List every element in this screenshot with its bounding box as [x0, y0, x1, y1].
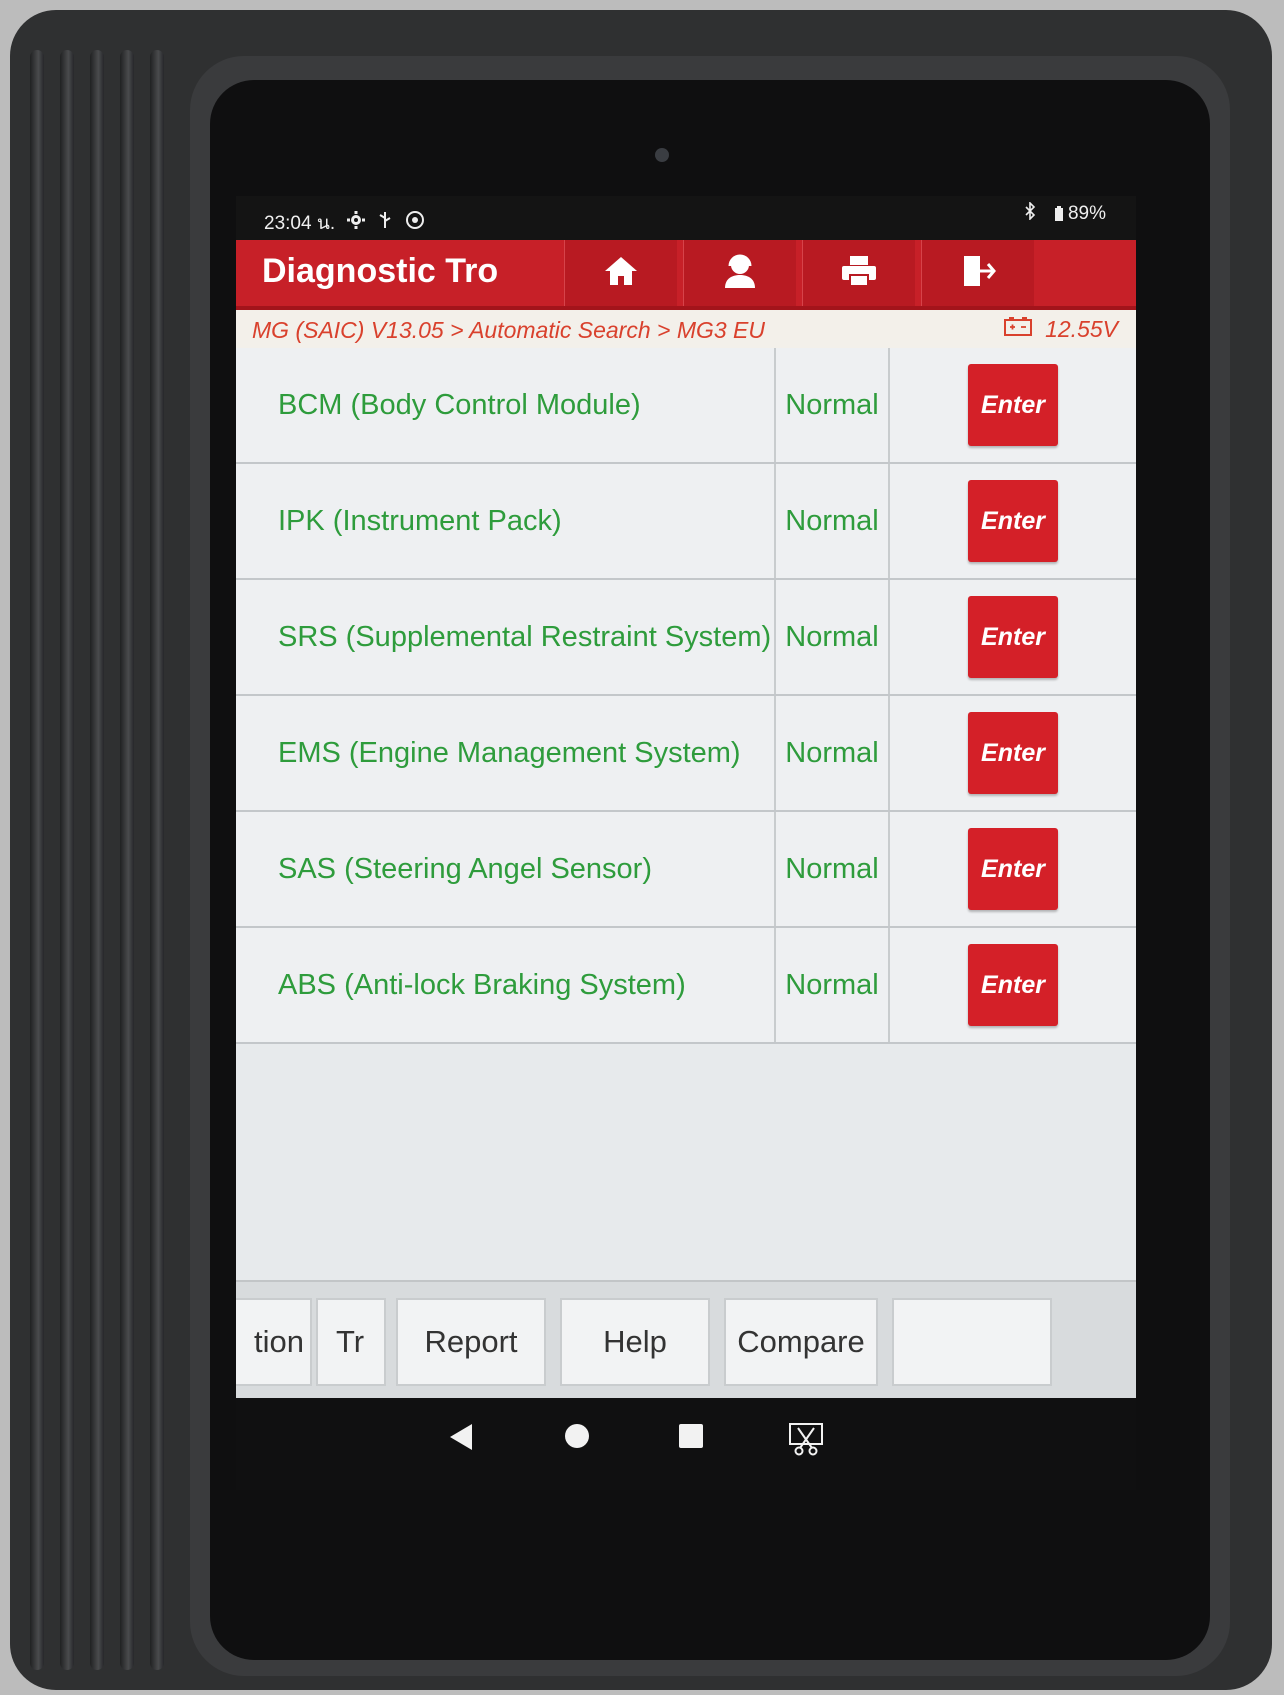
home-button[interactable] [564, 240, 677, 306]
bluetooth-icon [1024, 201, 1036, 226]
grip-ridge [30, 50, 44, 1670]
recents-button[interactable] [677, 1422, 705, 1455]
square-recents-icon [677, 1424, 705, 1454]
module-row: IPK (Instrument Pack) Normal Enter [236, 464, 1136, 580]
breadcrumb: MG (SAIC) V13.05 > Automatic Search > MG… [252, 317, 766, 343]
compare-button[interactable]: Compare [724, 1298, 878, 1386]
exit-icon [960, 254, 996, 293]
module-status: Normal [776, 464, 890, 578]
module-action-cell: Enter [890, 928, 1136, 1042]
module-list: BCM (Body Control Module) Normal Enter I… [236, 348, 1136, 1044]
settings-icon [347, 211, 366, 235]
enter-button[interactable]: Enter [968, 596, 1058, 678]
usb-icon [377, 211, 393, 235]
header-toolbar [564, 240, 1034, 306]
battery-voltage: 12.55V [1003, 315, 1118, 343]
report-button[interactable]: Report [396, 1298, 546, 1386]
enter-button[interactable]: Enter [968, 480, 1058, 562]
circle-home-icon [563, 1424, 591, 1454]
grip-ridge [60, 50, 74, 1670]
print-button[interactable] [802, 240, 915, 306]
module-status: Normal [776, 928, 890, 1042]
app-header: Diagnostic Tro [236, 240, 1136, 310]
support-agent-icon [721, 253, 759, 294]
module-action-cell: Enter [890, 580, 1136, 694]
function-button-partial[interactable]: Tr [316, 1298, 386, 1386]
app-title: Diagnostic Tro [262, 252, 499, 290]
module-action-cell: Enter [890, 464, 1136, 578]
module-row: BCM (Body Control Module) Normal Enter [236, 348, 1136, 464]
module-row: SAS (Steering Angel Sensor) Normal Enter [236, 812, 1136, 928]
battery-icon [1054, 206, 1063, 221]
status-bar: 23:04 น. 89% [236, 196, 1136, 240]
module-action-cell: Enter [890, 348, 1136, 462]
module-status: Normal [776, 812, 890, 926]
support-button[interactable] [683, 240, 796, 306]
battery-percent: 89% [1067, 203, 1106, 224]
module-row: SRS (Supplemental Restraint System) Norm… [236, 580, 1136, 696]
grip-ridge [120, 50, 134, 1670]
help-button[interactable]: Help [560, 1298, 710, 1386]
screenshot-button[interactable] [788, 1422, 824, 1461]
grip-ridge [90, 50, 104, 1670]
home-nav-button[interactable] [563, 1422, 591, 1455]
device-screen: 23:04 น. 89% Diagnostic Tro MG (SAIC) V1… [236, 196, 1136, 1490]
module-name: ABS (Anti-lock Braking System) [236, 928, 776, 1042]
exit-button[interactable] [921, 240, 1034, 306]
grip-ridge [150, 50, 164, 1670]
home-icon [603, 254, 639, 293]
module-row: EMS (Engine Management System) Normal En… [236, 696, 1136, 812]
function-button-partial[interactable]: tion [236, 1298, 312, 1386]
module-action-cell: Enter [890, 812, 1136, 926]
front-camera [655, 148, 669, 162]
module-name: BCM (Body Control Module) [236, 348, 776, 462]
voltage-value: 12.55V [1045, 315, 1118, 342]
enter-button[interactable]: Enter [968, 364, 1058, 446]
diagnostic-status-icon [405, 210, 425, 236]
enter-button[interactable]: Enter [968, 944, 1058, 1026]
module-name: IPK (Instrument Pack) [236, 464, 776, 578]
car-battery-icon [1003, 315, 1033, 343]
module-status: Normal [776, 580, 890, 694]
breadcrumb-bar: MG (SAIC) V13.05 > Automatic Search > MG… [236, 310, 1136, 350]
printer-icon [840, 254, 878, 293]
clock-suffix: น. [316, 213, 336, 234]
module-status: Normal [776, 696, 890, 810]
module-name: SRS (Supplemental Restraint System) [236, 580, 776, 694]
function-bar: tion Tr Report Help Compare [236, 1280, 1136, 1400]
function-button-obscured[interactable] [892, 1298, 1052, 1386]
clock-time: 23:04 [264, 213, 312, 234]
module-status: Normal [776, 348, 890, 462]
back-icon [448, 1424, 474, 1456]
screenshot-scissors-icon [788, 1423, 824, 1460]
module-action-cell: Enter [890, 696, 1136, 810]
back-button[interactable] [448, 1422, 474, 1457]
enter-button[interactable]: Enter [968, 828, 1058, 910]
module-name: SAS (Steering Angel Sensor) [236, 812, 776, 926]
status-time: 23:04 น. [264, 208, 335, 238]
enter-button[interactable]: Enter [968, 712, 1058, 794]
module-row: ABS (Anti-lock Braking System) Normal En… [236, 928, 1136, 1044]
battery-status: 89% [1054, 203, 1106, 225]
module-name: EMS (Engine Management System) [236, 696, 776, 810]
android-nav-bar [236, 1398, 1136, 1490]
